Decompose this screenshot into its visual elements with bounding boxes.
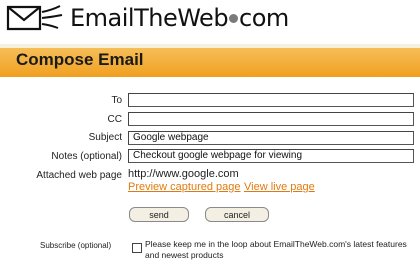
subject-label: Subject <box>88 132 122 143</box>
subscribe-text: Please keep me in the loop about EmailTh… <box>145 239 407 260</box>
header-bar-strip <box>0 44 420 48</box>
to-label: To <box>111 95 122 106</box>
subscribe-checkbox[interactable] <box>132 243 142 253</box>
notes-field[interactable]: Checkout google webpage for viewing <box>128 149 414 163</box>
cc-field[interactable] <box>128 112 414 126</box>
send-button[interactable]: send <box>129 207 189 222</box>
cc-label: CC <box>107 114 122 125</box>
attached-label: Attached web page <box>36 170 122 181</box>
notes-label: Notes (optional) <box>51 151 122 162</box>
cancel-button[interactable]: cancel <box>205 207 269 222</box>
to-field[interactable] <box>128 93 414 107</box>
logo-text-prefix: EmailTheWeb <box>70 4 229 32</box>
attached-url: http://www.google.com <box>128 168 239 180</box>
preview-link[interactable]: Preview captured page <box>128 181 241 193</box>
live-link[interactable]: View live page <box>244 181 315 193</box>
logo-dot-icon <box>229 13 239 23</box>
logo-text: EmailTheWeb com <box>70 4 289 32</box>
page-title: Compose Email <box>16 50 144 69</box>
envelope-icon <box>6 5 63 31</box>
logo-text-suffix: com <box>239 4 289 32</box>
subscribe-label: Subscribe (optional) <box>40 241 112 250</box>
subject-field[interactable]: Google webpage <box>128 131 414 145</box>
logo: EmailTheWeb com <box>6 2 306 36</box>
